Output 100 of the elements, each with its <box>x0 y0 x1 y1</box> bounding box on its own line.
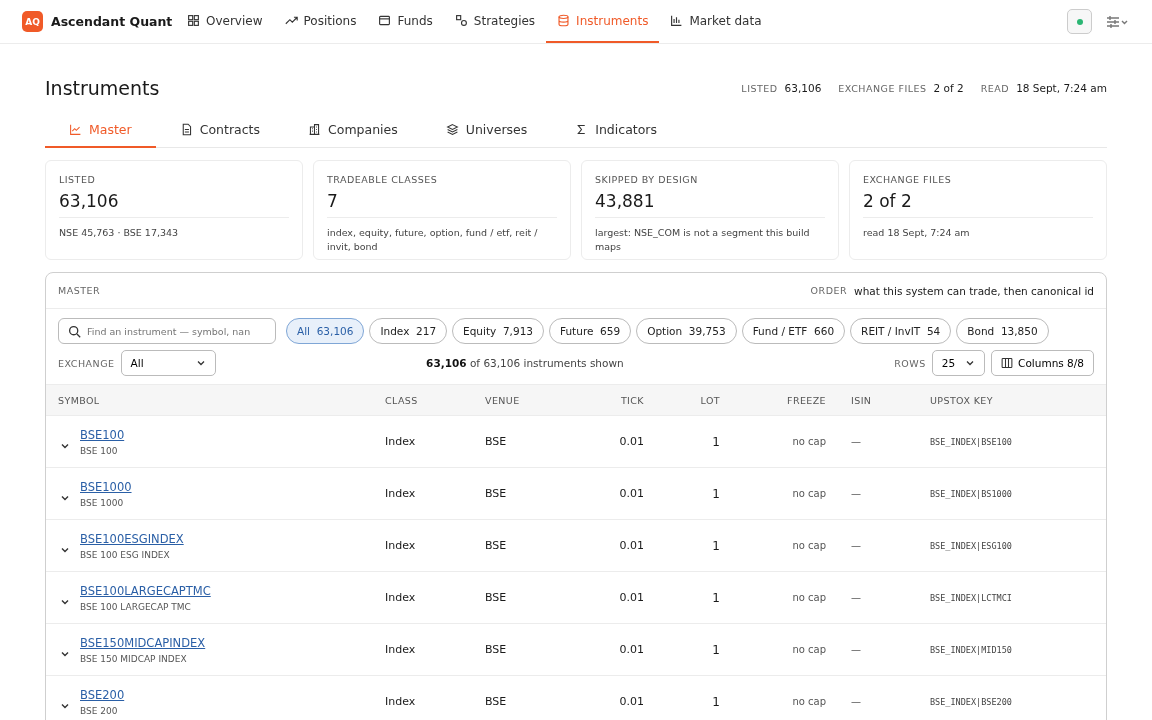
table-cell-text: — <box>850 592 862 603</box>
filter-chip[interactable]: Future 659 <box>549 318 632 344</box>
exchange-select[interactable]: All <box>120 350 216 376</box>
symbol-link[interactable]: BSE100ESGINDEX <box>80 531 184 546</box>
card-value: 63,106 <box>59 185 289 218</box>
filter-chip[interactable]: Fund / ETF 660 <box>741 318 846 344</box>
table-cell-text: 0.01 <box>618 643 644 656</box>
table-cell-text: no cap <box>791 592 826 603</box>
table-cell-text: BSE_INDEX|BSE100 <box>930 436 1013 447</box>
instrument-name: BSE 100 <box>80 445 119 456</box>
column-header[interactable]: UPSTOX KEY <box>930 394 1106 406</box>
columns-button[interactable]: Columns 8/8 <box>991 350 1094 376</box>
nav-tab[interactable]: Funds <box>367 0 444 43</box>
caret-icon <box>195 358 206 368</box>
table-cell-text: 1 <box>711 434 720 449</box>
search-icon <box>68 324 81 338</box>
card-value: 43,881 <box>595 185 825 218</box>
table-cell-text: 0.01 <box>618 435 644 448</box>
table-cell-text: 1 <box>711 590 720 605</box>
section-tab[interactable]: Contracts <box>155 112 284 148</box>
nav-tab[interactable]: Positions <box>273 0 368 43</box>
table-cell-text: Index <box>385 695 417 708</box>
column-header[interactable]: FREEZE <box>720 394 826 406</box>
card-note: read 18 Sept, 7:24 am <box>863 226 971 240</box>
table-cell-text: 1 <box>711 642 720 657</box>
table-cell-text: BSE <box>485 591 508 604</box>
filter-chip[interactable]: Option 39,753 <box>636 318 737 344</box>
chart-icon <box>670 14 684 27</box>
symbol-link[interactable]: BSE1000 <box>80 479 132 494</box>
nav-tab[interactable]: Market data <box>659 0 773 43</box>
line-chart-icon <box>69 122 82 136</box>
symbol-link[interactable]: BSE200 <box>80 687 125 702</box>
table-cell-text: — <box>850 644 862 655</box>
filter-chip[interactable]: All 63,106 <box>286 318 365 344</box>
column-header[interactable]: VENUE <box>485 394 595 406</box>
symbol-link[interactable]: BSE150MIDCAPINDEX <box>80 635 206 650</box>
meta-label: EXCHANGE FILES <box>838 82 927 94</box>
table-cell-text: 0.01 <box>618 487 644 500</box>
nav-tab[interactable]: Strategies <box>443 0 547 43</box>
symbol-link[interactable]: BSE100LARGECAPTMC <box>80 583 211 598</box>
table-cell-text: Index <box>385 591 417 604</box>
shown-count: 63,106 of 63,106 instruments shown <box>426 357 625 369</box>
app-logo: AQ <box>22 11 43 32</box>
column-header[interactable]: SYMBOL <box>58 394 385 406</box>
meta-label: READ <box>980 82 1010 94</box>
search-field[interactable]: Find an instrument — symbol, nan <box>58 318 276 344</box>
symbol-link[interactable]: BSE100 <box>80 427 125 442</box>
table-cell-text: — <box>850 436 862 447</box>
filter-chip[interactable]: Index 217 <box>369 318 448 344</box>
exchange-label: EXCHANGE <box>58 357 115 369</box>
wallet-icon <box>378 14 392 27</box>
order-label: ORDER <box>810 285 848 296</box>
caret-icon <box>965 358 976 368</box>
table-cell-text: no cap <box>791 540 826 551</box>
section-tab[interactable]: Indicators <box>551 112 681 148</box>
table-cell-text: Index <box>385 435 417 448</box>
table-cell-text: 0.01 <box>618 695 644 708</box>
table-cell-text: — <box>850 540 862 551</box>
settings-menu-button[interactable] <box>1104 13 1130 30</box>
database-icon <box>557 14 571 27</box>
rows-select[interactable]: 25 <box>931 350 986 376</box>
filter-chip[interactable]: Bond 13,850 <box>956 318 1049 344</box>
filter-chip[interactable]: REIT / InvIT 54 <box>850 318 952 344</box>
rows-label: ROWS <box>894 357 926 369</box>
table-cell-text: BSE <box>485 487 508 500</box>
nav-tab[interactable]: Overview <box>176 0 274 43</box>
meta-value: 63,106 <box>784 82 822 94</box>
instrument-name: BSE 100 LARGECAP TMC <box>80 601 192 612</box>
meta-value: 18 Sept, 7:24 am <box>1016 82 1107 94</box>
section-tab[interactable]: Companies <box>284 112 422 148</box>
table-cell-text: BSE_INDEX|MID150 <box>930 644 1013 655</box>
table-cell-text: BSE <box>485 643 508 656</box>
table-cell-text: BSE <box>485 435 508 448</box>
table-cell-text: BSE_INDEX|LCTMCI <box>930 592 1013 603</box>
table-cell-text: no cap <box>791 488 826 499</box>
shapes-icon <box>454 14 468 27</box>
column-header[interactable]: CLASS <box>385 394 485 406</box>
table-cell-text: 1 <box>711 538 720 553</box>
column-header[interactable]: LOT <box>644 394 720 406</box>
columns-icon <box>1001 357 1014 369</box>
app-name: Ascendant Quant <box>51 14 173 29</box>
table-cell-text: 1 <box>711 486 720 501</box>
card-note: NSE 45,763 · BSE 17,343 <box>59 226 180 240</box>
card-value: 2 of 2 <box>863 185 1093 218</box>
column-header[interactable]: TICK <box>595 394 644 406</box>
card-label: TRADEABLE CLASSES <box>327 174 439 185</box>
table-cell-text: BSE <box>485 695 508 708</box>
column-header[interactable]: ISIN <box>826 394 930 406</box>
building-icon <box>308 122 321 136</box>
table-cell-text: Index <box>385 487 417 500</box>
card-note: largest: NSE_COM is not a segment this build maps <box>595 226 811 254</box>
order-value: what this system can trade, then canonical id <box>854 284 1094 297</box>
card-label: LISTED <box>59 174 97 185</box>
instrument-name: BSE 200 <box>80 705 119 716</box>
section-tab[interactable]: Universes <box>421 112 552 148</box>
table-cell-text: — <box>850 696 862 707</box>
card-note: index, equity, future, option, fund / etf, reit / invit, bond <box>327 226 539 254</box>
table-cell-text: 1 <box>711 694 720 709</box>
trend-icon <box>284 14 298 27</box>
filter-chip[interactable]: Equity 7,913 <box>452 318 544 344</box>
